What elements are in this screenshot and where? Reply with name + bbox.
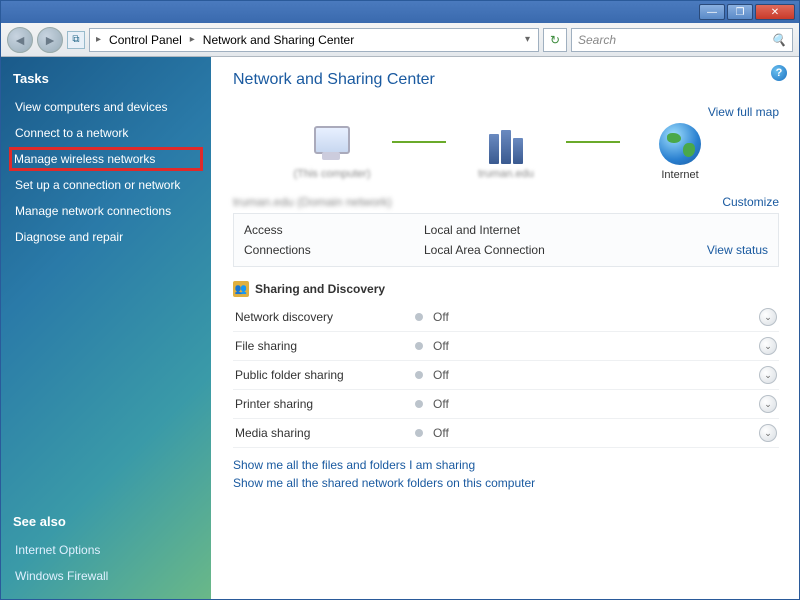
- sidebar-item-diagnose-repair[interactable]: Diagnose and repair: [13, 226, 199, 248]
- search-placeholder: Search: [578, 33, 771, 47]
- sidebar-item-internet-options[interactable]: Internet Options: [13, 539, 199, 561]
- status-dot-icon: [415, 342, 423, 350]
- network-diagram: (This computer) truman.edu Internet: [233, 123, 779, 181]
- info-value: Local and Internet: [424, 223, 768, 237]
- breadcrumb-item-current[interactable]: Network and Sharing Center: [201, 33, 356, 47]
- diagram-node-domain: truman.edu: [446, 124, 566, 180]
- sidebar-item-setup-connection[interactable]: Set up a connection or network: [13, 174, 199, 196]
- diagram-connection-line: [566, 141, 620, 143]
- minimize-button[interactable]: —: [699, 4, 725, 20]
- main-content: ? Network and Sharing Center View full m…: [211, 57, 799, 599]
- window-body: Tasks View computers and devices Connect…: [1, 57, 799, 599]
- share-row-network-discovery: Network discovery Off ⌄: [233, 303, 779, 332]
- computer-icon: [308, 124, 356, 164]
- diagram-node-internet: Internet: [620, 123, 740, 181]
- share-key: Public folder sharing: [235, 368, 415, 382]
- expand-button[interactable]: ⌄: [759, 395, 777, 413]
- refresh-button[interactable]: ↻: [543, 28, 567, 52]
- info-row-connections: Connections Local Area Connection View s…: [234, 240, 778, 260]
- breadcrumb-dropdown-icon[interactable]: ▾: [521, 34, 534, 45]
- sidebar: Tasks View computers and devices Connect…: [1, 57, 211, 599]
- expand-button[interactable]: ⌄: [759, 424, 777, 442]
- share-value: Off: [433, 368, 759, 382]
- sharing-discovery-header: 👥 Sharing and Discovery: [233, 281, 779, 297]
- diagram-label-internet: Internet: [661, 169, 698, 181]
- status-dot-icon: [415, 313, 423, 321]
- sidebar-item-windows-firewall[interactable]: Windows Firewall: [13, 565, 199, 587]
- network-name: truman.edu (Domain network): [233, 195, 392, 209]
- share-key: Media sharing: [235, 426, 415, 440]
- share-row-media-sharing: Media sharing Off ⌄: [233, 419, 779, 448]
- diagram-node-computer: (This computer): [272, 124, 392, 180]
- view-full-map-link[interactable]: View full map: [708, 105, 779, 119]
- share-value: Off: [433, 397, 759, 411]
- breadcrumb[interactable]: ▸ Control Panel ▸ Network and Sharing Ce…: [89, 28, 539, 52]
- status-dot-icon: [415, 429, 423, 437]
- navigation-bar: ◄ ► ⧉ ▸ Control Panel ▸ Network and Shar…: [1, 23, 799, 57]
- window-frame: — ❐ ✕ ◄ ► ⧉ ▸ Control Panel ▸ Network an…: [0, 0, 800, 600]
- share-key: Network discovery: [235, 310, 415, 324]
- expand-button[interactable]: ⌄: [759, 308, 777, 326]
- see-also-header: See also: [13, 514, 199, 529]
- network-info-box: Access Local and Internet Connections Lo…: [233, 213, 779, 267]
- status-dot-icon: [415, 400, 423, 408]
- chevron-right-icon: ▸: [94, 34, 103, 45]
- titlebar: — ❐ ✕: [1, 1, 799, 23]
- sidebar-item-manage-wireless[interactable]: Manage wireless networks: [9, 147, 203, 171]
- expand-button[interactable]: ⌄: [759, 337, 777, 355]
- sidebar-item-manage-connections[interactable]: Manage network connections: [13, 200, 199, 222]
- page-title: Network and Sharing Center: [233, 71, 779, 89]
- address-icon: ⧉: [67, 31, 85, 49]
- info-value: Local Area Connection: [424, 243, 707, 257]
- bottom-links: Show me all the files and folders I am s…: [233, 458, 779, 490]
- customize-link[interactable]: Customize: [722, 195, 779, 209]
- share-row-printer-sharing: Printer sharing Off ⌄: [233, 390, 779, 419]
- search-input[interactable]: Search 🔍: [571, 28, 793, 52]
- help-icon[interactable]: ?: [771, 65, 787, 81]
- search-icon: 🔍: [771, 33, 786, 47]
- status-dot-icon: [415, 371, 423, 379]
- share-value: Off: [433, 310, 759, 324]
- server-icon: [482, 124, 530, 164]
- network-header: truman.edu (Domain network) Customize: [233, 195, 779, 209]
- share-value: Off: [433, 426, 759, 440]
- diagram-connection-line: [392, 141, 446, 143]
- people-icon: 👥: [233, 281, 249, 297]
- sidebar-item-view-computers[interactable]: View computers and devices: [13, 96, 199, 118]
- breadcrumb-item-control-panel[interactable]: Control Panel: [107, 33, 184, 47]
- share-row-public-folder: Public folder sharing Off ⌄: [233, 361, 779, 390]
- show-shared-files-link[interactable]: Show me all the files and folders I am s…: [233, 458, 779, 472]
- globe-icon: [659, 123, 701, 165]
- back-button[interactable]: ◄: [7, 27, 33, 53]
- info-key: Access: [244, 223, 424, 237]
- share-key: File sharing: [235, 339, 415, 353]
- diagram-label-computer: (This computer): [293, 168, 370, 180]
- close-button[interactable]: ✕: [755, 4, 795, 20]
- sidebar-item-connect-network[interactable]: Connect to a network: [13, 122, 199, 144]
- diagram-label-domain: truman.edu: [478, 168, 534, 180]
- share-value: Off: [433, 339, 759, 353]
- show-shared-folders-link[interactable]: Show me all the shared network folders o…: [233, 476, 779, 490]
- tasks-header: Tasks: [13, 71, 199, 86]
- info-row-access: Access Local and Internet: [234, 220, 778, 240]
- share-key: Printer sharing: [235, 397, 415, 411]
- sharing-header-label: Sharing and Discovery: [255, 282, 385, 296]
- maximize-button[interactable]: ❐: [727, 4, 753, 20]
- share-row-file-sharing: File sharing Off ⌄: [233, 332, 779, 361]
- forward-button[interactable]: ►: [37, 27, 63, 53]
- chevron-right-icon: ▸: [188, 34, 197, 45]
- info-key: Connections: [244, 243, 424, 257]
- view-status-link[interactable]: View status: [707, 243, 768, 257]
- expand-button[interactable]: ⌄: [759, 366, 777, 384]
